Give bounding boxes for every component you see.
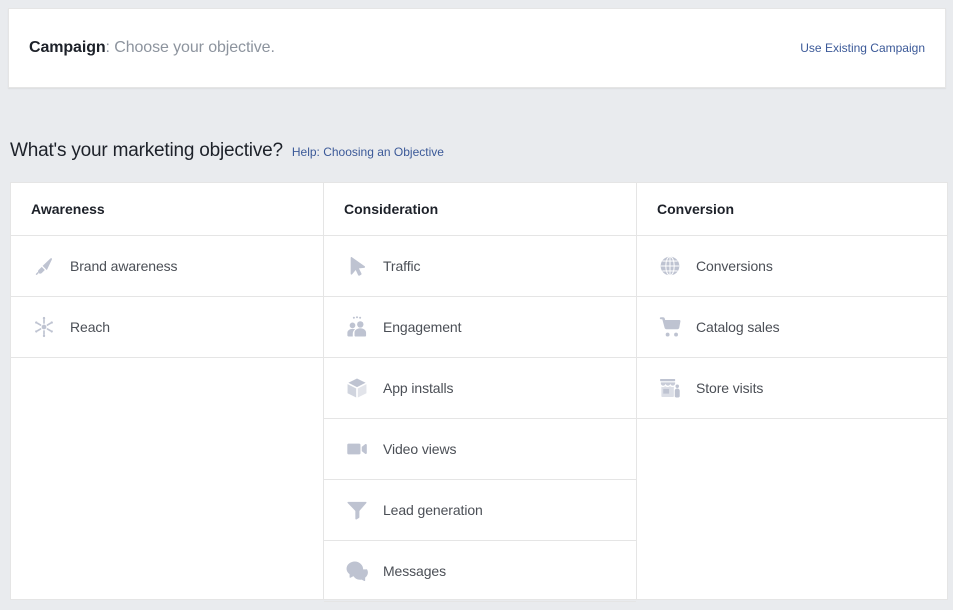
campaign-title-strong: Campaign [29, 39, 106, 56]
storefront-icon [657, 375, 683, 401]
objective-row-app-installs[interactable]: App installs [324, 358, 636, 419]
reach-hub-icon [31, 314, 57, 340]
objective-label: Traffic [383, 258, 421, 274]
objective-label: App installs [383, 380, 454, 396]
use-existing-campaign-link[interactable]: Use Existing Campaign [800, 41, 925, 55]
people-group-icon [344, 314, 370, 340]
campaign-header-card: Campaign: Choose your objective. Use Exi… [8, 8, 946, 88]
objective-row-brand-awareness[interactable]: Brand awareness [11, 236, 323, 297]
objective-row-messages[interactable]: Messages [324, 541, 636, 602]
objective-row-catalog-sales[interactable]: Catalog sales [637, 297, 947, 358]
funnel-icon [344, 497, 370, 523]
objective-heading-row: What's your marketing objective? Help: C… [10, 140, 444, 162]
cursor-arrow-icon [344, 253, 370, 279]
chat-bubbles-icon [344, 558, 370, 584]
megaphone-icon [31, 253, 57, 279]
cube-box-icon [344, 375, 370, 401]
shopping-cart-icon [657, 314, 683, 340]
objective-label: Reach [70, 319, 110, 335]
objective-label: Lead generation [383, 502, 483, 518]
objective-row-engagement[interactable]: Engagement [324, 297, 636, 358]
objective-row-reach[interactable]: Reach [11, 297, 323, 358]
objective-label: Conversions [696, 258, 773, 274]
objective-row-traffic[interactable]: Traffic [324, 236, 636, 297]
campaign-title: Campaign: Choose your objective. [29, 39, 275, 57]
choosing-objective-help-link[interactable]: Help: Choosing an Objective [292, 145, 444, 159]
objective-row-video-views[interactable]: Video views [324, 419, 636, 480]
column-header-consideration: Consideration [324, 183, 636, 236]
objective-column-conversion: Conversion Conversions Catalog sales Sto… [637, 183, 947, 599]
column-header-conversion: Conversion [637, 183, 947, 236]
video-camera-icon [344, 436, 370, 462]
objective-label: Video views [383, 441, 457, 457]
objective-label: Catalog sales [696, 319, 780, 335]
objective-row-lead-generation[interactable]: Lead generation [324, 480, 636, 541]
column-header-awareness: Awareness [11, 183, 323, 236]
objective-column-consideration: Consideration Traffic Engagement App ins… [324, 183, 637, 602]
campaign-title-rest: : Choose your objective. [105, 39, 275, 56]
objective-label: Messages [383, 563, 447, 579]
page-title: What's your marketing objective? [10, 140, 283, 161]
objective-column-awareness: Awareness Brand awareness Reach [11, 183, 324, 599]
globe-icon [657, 253, 683, 279]
objective-row-conversions[interactable]: Conversions [637, 236, 947, 297]
objective-label: Brand awareness [70, 258, 178, 274]
objective-label: Engagement [383, 319, 462, 335]
objective-row-store-visits[interactable]: Store visits [637, 358, 947, 419]
objective-label: Store visits [696, 380, 764, 396]
objective-table-card: Awareness Brand awareness Reach Consider… [10, 182, 948, 602]
